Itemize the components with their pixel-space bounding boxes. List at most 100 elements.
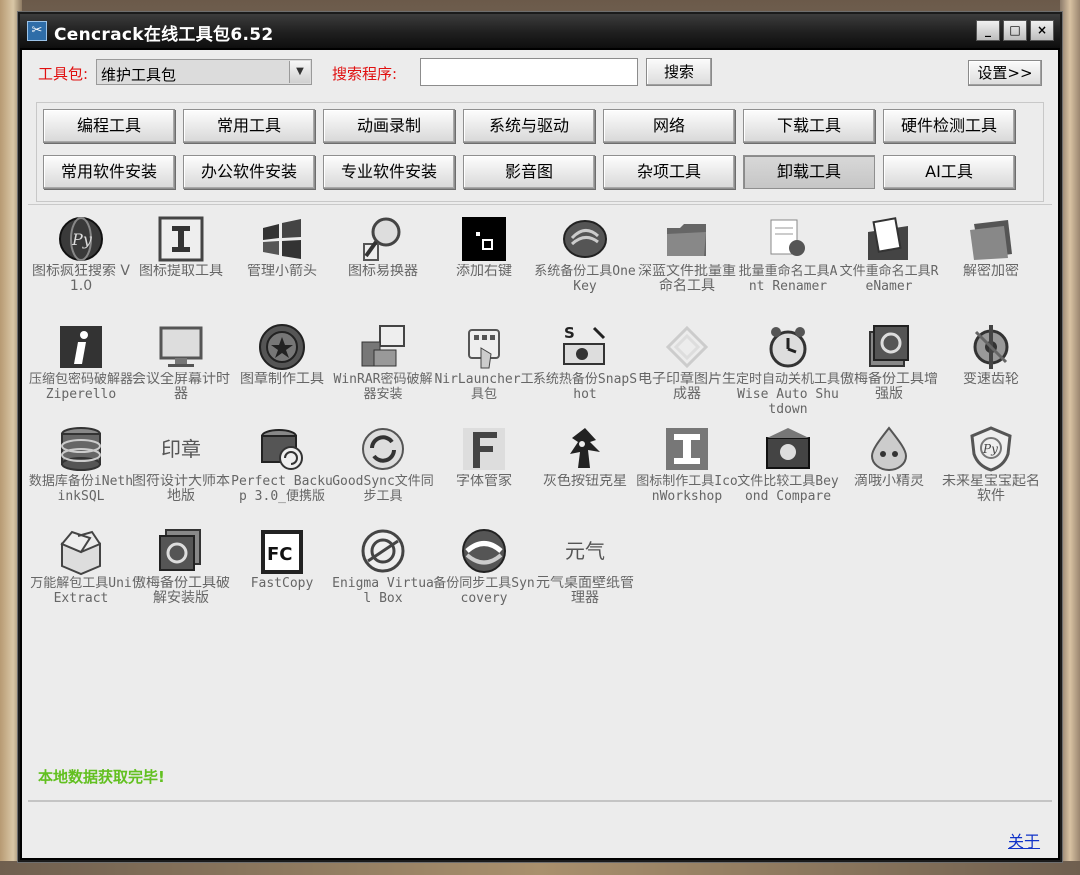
tool-item[interactable]: 傲梅备份工具增强版 (836, 314, 942, 416)
tool-item[interactable]: 文件比较工具Beyond Compare (735, 416, 841, 518)
syncovery-icon (459, 526, 509, 576)
tool-item[interactable]: Enigma Virtual Box (330, 518, 436, 620)
tool-item[interactable]: 印章 图符设计大师本地版 (128, 416, 234, 518)
tool-label: 图章制作工具 (240, 372, 324, 387)
tool-label: WinRAR密码破解器安装 (333, 372, 433, 402)
category-button[interactable]: 杂项工具 (603, 155, 735, 189)
tool-label: 文件重命名工具ReNamer (839, 264, 939, 294)
shield-py-icon: Py (966, 424, 1016, 474)
alarm-clock-icon (763, 322, 813, 372)
tool-item[interactable]: 定时自动关机工具 Wise Auto Shutdown (735, 314, 841, 416)
search-label: 搜索程序: (332, 65, 398, 83)
tool-item[interactable]: 深蓝文件批量重命名工具 (634, 206, 740, 308)
tool-label: 系统备份工具OneKey (534, 264, 636, 294)
svg-text:Py: Py (71, 230, 93, 249)
tool-item[interactable]: FC FastCopy (229, 518, 335, 620)
tool-label: 解密加密 (963, 264, 1019, 279)
category-button[interactable]: 网络 (603, 109, 735, 143)
tool-item[interactable]: WinRAR密码破解器安装 (330, 314, 436, 416)
tool-item[interactable]: 系统备份工具OneKey (532, 206, 638, 308)
black-square-icon (459, 214, 509, 264)
folder-icon (662, 214, 712, 264)
tool-item[interactable]: 变速齿轮 (938, 314, 1044, 416)
category-button[interactable]: 卸载工具 (743, 155, 875, 189)
tool-item[interactable]: 数据库备份iNethinkSQL (28, 416, 134, 518)
category-button[interactable]: 影音图 (463, 155, 595, 189)
tool-item[interactable]: 会议全屏幕计时器 (128, 314, 234, 416)
tool-item[interactable]: S 系统热备份SnapShot (532, 314, 638, 416)
category-button[interactable]: AI工具 (883, 155, 1015, 189)
tool-item[interactable]: 元气 元气桌面壁纸管理器 (532, 518, 638, 620)
category-button[interactable]: 系统与驱动 (463, 109, 595, 143)
tool-label: 深蓝文件批量重命名工具 (638, 264, 736, 294)
tool-item[interactable]: 图标提取工具 (128, 206, 234, 308)
category-button[interactable]: 常用工具 (183, 109, 315, 143)
tool-item[interactable]: 文件重命名工具ReNamer (836, 206, 942, 308)
tool-item[interactable]: NirLauncher工具包 (431, 314, 537, 416)
tool-item[interactable]: 解密加密 (938, 206, 1044, 308)
search-button[interactable]: 搜索 (646, 58, 712, 86)
tool-item[interactable]: Py 图标疯狂搜索 V1.0 (28, 206, 134, 308)
fc-icon: FC (257, 526, 307, 576)
faint-stamp-icon (662, 322, 712, 372)
tool-item[interactable]: 管理小箭头 (229, 206, 335, 308)
category-button[interactable]: 办公软件安装 (183, 155, 315, 189)
tool-item[interactable]: 添加右键 (431, 206, 537, 308)
search-input[interactable] (420, 58, 638, 86)
tool-label: 图标易换器 (348, 264, 418, 279)
minimize-button[interactable]: _ (976, 20, 1000, 41)
monitor-icon (156, 322, 206, 372)
category-button[interactable]: 动画录制 (323, 109, 455, 143)
tool-item[interactable]: 批量重命名工具Ant Renamer (735, 206, 841, 308)
tool-item[interactable]: 压缩包密码破解器Ziperello (28, 314, 134, 416)
tool-label: 字体管家 (456, 474, 512, 489)
about-link[interactable]: 关于 (1008, 828, 1040, 852)
tool-item[interactable]: GoodSync文件同步工具 (330, 416, 436, 518)
chevron-down-icon[interactable]: ▼ (289, 61, 310, 83)
tool-label: FastCopy (250, 576, 314, 591)
svg-text:Py: Py (982, 442, 998, 456)
tool-item[interactable]: 电子印章图片生成器 (634, 314, 740, 416)
close-button[interactable]: × (1030, 20, 1054, 41)
title-bar[interactable]: ✂ Cencrack在线工具包6.52 _ □ × (20, 14, 1060, 48)
tool-label: 电子印章图片生成器 (638, 372, 736, 402)
tool-label: 备份同步工具Syncovery (433, 576, 535, 606)
package-select-value: 维护工具包 (101, 66, 177, 84)
app-icon: ✂ (27, 21, 47, 41)
category-button[interactable]: 专业软件安装 (323, 155, 455, 189)
drop-sprite-icon (864, 424, 914, 474)
client-area: 工具包: 维护工具包 ▼ 搜索程序: 搜索 设置>> 编程工具 常用工具 动画录制系… (22, 50, 1058, 858)
tool-item[interactable]: 灰色按钮克星 (532, 416, 638, 518)
settings-button[interactable]: 设置>> (968, 60, 1042, 86)
tool-label: 数据库备份iNethinkSQL (28, 474, 134, 504)
category-button[interactable]: 硬件检测工具 (883, 109, 1015, 143)
tool-item[interactable]: 傲梅备份工具破解安装版 (128, 518, 234, 620)
open-box-icon (56, 526, 106, 576)
maximize-button[interactable]: □ (1003, 20, 1027, 41)
tool-item[interactable]: 图标制作工具IconWorkshop (634, 416, 740, 518)
tool-label: Enigma Virtual Box (332, 576, 434, 606)
tool-label: 变速齿轮 (963, 372, 1019, 387)
sonic-icon (560, 424, 610, 474)
tool-item[interactable]: 图标易换器 (330, 206, 436, 308)
package-select[interactable]: 维护工具包 ▼ (96, 59, 312, 85)
category-button[interactable]: 编程工具 (43, 109, 175, 143)
tool-label: Perfect Backup 3.0_便携版 (231, 474, 333, 504)
windows-logo-icon (257, 214, 307, 264)
category-button[interactable]: 常用软件安装 (43, 155, 175, 189)
tool-item[interactable]: 滴哦小精灵 (836, 416, 942, 518)
magnifier-icon (358, 214, 408, 264)
tool-item[interactable]: 万能解包工具UniExtract (28, 518, 134, 620)
category-button[interactable]: 下载工具 (743, 109, 875, 143)
tool-label: GoodSync文件同步工具 (332, 474, 434, 504)
tool-glyph: 印章 (161, 437, 201, 461)
hand-pointer-icon (459, 322, 509, 372)
tool-item[interactable]: 图章制作工具 (229, 314, 335, 416)
tool-item[interactable]: Py 未来星宝宝起名软件 (938, 416, 1044, 518)
compare-box-icon (763, 424, 813, 474)
tool-item[interactable]: Perfect Backup 3.0_便携版 (229, 416, 335, 518)
dark-folder-icon (966, 214, 1016, 264)
tool-label: 傲梅备份工具破解安装版 (132, 576, 230, 606)
tool-item[interactable]: 备份同步工具Syncovery (431, 518, 537, 620)
tool-item[interactable]: 字体管家 (431, 416, 537, 518)
